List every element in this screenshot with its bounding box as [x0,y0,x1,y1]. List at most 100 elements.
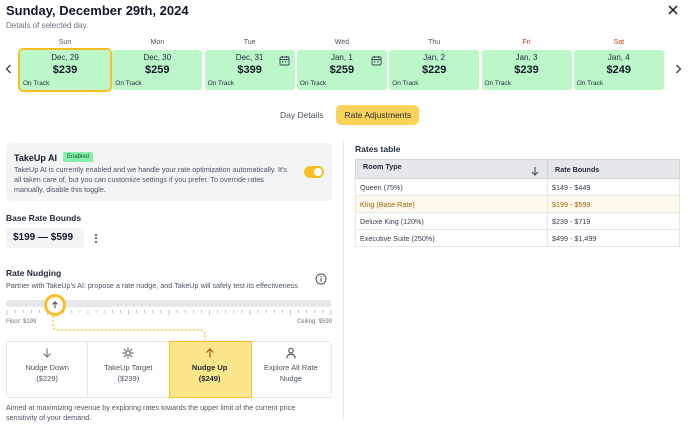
day-carousel: Sun Dec, 29 $239 On Track Mon Dec, 30 $259 On T… [2,38,686,92]
day-date: Dec, 29 [51,53,79,62]
arrow-up-icon [52,301,58,308]
option-label: Explore Alt Rate [263,363,318,372]
rate-bounds-cell: $149 - $449 [547,178,680,196]
arrow-up-icon [205,348,214,358]
tab-bar: Day Details Rate Adjustments [272,105,420,125]
day-column: Tue Dec, 31 $399 On Track [204,38,295,90]
explore-alt-rate-option[interactable]: Explore Alt Rate Nudge [251,342,331,397]
prev-days-button[interactable] [2,62,14,76]
nudge-connector-line [52,316,206,344]
nudge-slider-thumb[interactable] [44,294,66,316]
room-type-cell: King (Base Rate) [355,195,548,213]
day-card[interactable]: Dec, 30 $259 On Track [112,50,203,90]
takeup-title: TakeUp AI [14,153,58,163]
day-of-week-label: Thu [428,39,441,46]
option-label: TakeUp Target [104,363,153,372]
table-row: King (Base Rate) $199 - $599 [355,195,680,213]
takeup-target-option[interactable]: TakeUp Target ($239) [88,342,170,397]
status-badge: Enabled [63,152,94,162]
base-rate-value: $199 — $599 [6,228,84,248]
day-date: Jan, 3 [515,53,538,62]
column-divider [343,140,344,420]
day-column: Sun Dec, 29 $239 On Track [18,38,112,92]
rate-bounds-cell: $499 - $1,499 [547,229,680,247]
day-card[interactable]: Jan, 1 $259 On Track [296,50,387,90]
next-days-button[interactable] [672,62,684,76]
base-rate-menu-button[interactable] [93,232,99,244]
day-price: $239 [52,64,78,76]
day-column: Mon Dec, 30 $259 On Track [112,38,203,90]
day-of-week-label: Tue [243,39,256,46]
takeup-description: TakeUp AI is currently enabled and we ha… [14,165,287,194]
arrow-down-icon [43,348,52,358]
close-button[interactable] [666,3,680,17]
base-rate-label: Base Rate Bounds [6,213,82,223]
day-date: Jan, 4 [607,53,630,62]
day-card[interactable]: Jan, 4 $249 On Track [573,50,664,90]
takeup-ai-card: TakeUp AI Enabled TakeUp AI is currently… [6,143,332,201]
day-status: On Track [115,80,142,87]
room-type-cell: Queen (75%) [355,178,548,196]
day-date: Dec, 30 [143,53,172,62]
room-type-cell: Deluxe King (120%) [355,212,548,230]
slider-floor-label: Floor: $199 [6,319,37,325]
page-header: Sunday, December 29th, 2024 Details of s… [6,3,189,30]
day-date: Jan, 2 [423,53,446,62]
day-of-week-label: Mon [150,39,165,46]
option-label: Nudge Up [191,363,228,372]
day-status: On Track [299,80,327,87]
day-card[interactable]: Jan, 3 $239 On Track [481,50,572,90]
day-column: Fri Jan, 3 $239 On Track [481,38,572,90]
table-row: Deluxe King (120%) $239 - $719 [355,212,680,230]
day-of-week-label: Wed [334,39,350,46]
kebab-dot-icon [95,233,97,236]
day-card[interactable]: Dec, 31 $399 On Track [204,50,295,90]
day-card[interactable]: Jan, 2 $229 On Track [389,50,480,90]
sort-arrow-down-icon[interactable] [530,166,540,176]
rate-nudging-description: Partner with TakeUp's AI: propose a rate… [6,281,298,290]
column-header-rate-bounds: Rate Bounds [547,159,680,179]
info-button[interactable] [315,272,327,285]
day-price: $259 [145,64,170,76]
table-row: Queen (75%) $149 - $449 [355,178,680,196]
nudge-footer-description: Aimed at maximizing revenue by exploring… [6,403,296,422]
option-sub: Nudge [279,374,302,383]
table-row: Executive Suite (250%) $499 - $1,499 [355,229,680,247]
day-of-week-label: Sat [613,39,625,46]
rate-bounds-cell: $239 - $719 [547,212,680,230]
day-price: $249 [606,64,632,76]
day-status: On Track [484,80,511,87]
rates-table: Room Type Rate Bounds Queen (75%) $149 - … [355,159,680,247]
column-header-room-type[interactable]: Room Type [355,159,548,179]
day-column: Thu Jan, 2 $229 On Track [389,38,480,90]
tab-rate-adjustments[interactable]: Rate Adjustments [336,105,420,125]
calendar-icon [279,56,290,66]
day-status: On Track [207,80,234,87]
day-price: $239 [514,64,539,76]
rates-table-title: Rates table [355,144,401,154]
nudge-up-option[interactable]: Nudge Up ($249) [168,341,252,398]
room-type-cell: Executive Suite (250%) [355,229,548,247]
day-status: On Track [392,80,419,87]
nudge-down-option[interactable]: Nudge Down ($229) [7,342,89,397]
option-label: Nudge Down [25,363,69,372]
day-price: $229 [421,64,447,76]
info-icon [315,273,327,285]
day-status: On Track [576,80,604,87]
tab-day-details[interactable]: Day Details [272,105,331,125]
day-column: Sat Jan, 4 $249 On Track [573,38,664,90]
option-sub: ($229) [36,374,58,383]
takeup-toggle[interactable] [304,166,324,178]
chevron-right-icon [675,64,681,74]
chevron-left-icon [5,64,11,74]
kebab-dot-icon [95,240,97,243]
page-title: Sunday, December 29th, 2024 [6,3,189,18]
rate-bounds-cell: $199 - $599 [547,195,680,213]
rate-nudging-label: Rate Nudging [6,268,62,278]
day-column: Wed Jan, 1 $259 On Track [296,38,387,90]
target-icon [122,347,134,359]
day-card[interactable]: Dec, 29 $239 On Track [18,48,112,92]
day-status: On Track [23,80,50,87]
slider-ceiling-label: Ceiling: $599 [296,319,332,325]
option-sub: ($239) [117,374,140,383]
